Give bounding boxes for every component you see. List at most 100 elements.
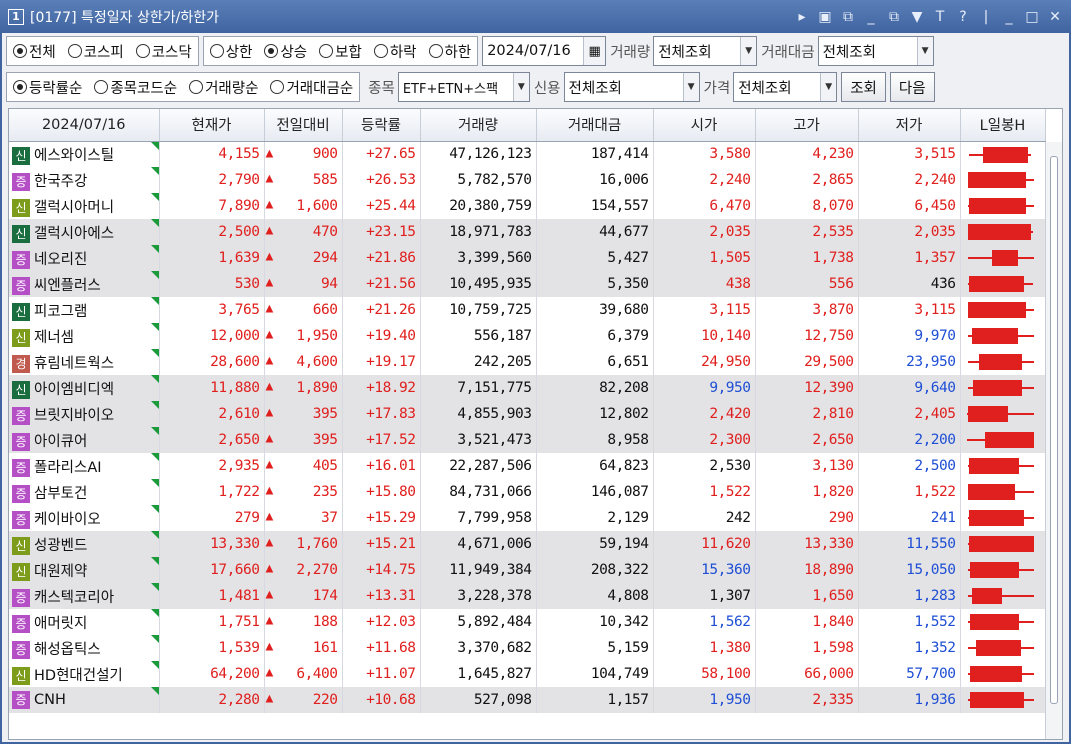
radio-circle-icon[interactable] xyxy=(67,44,82,58)
radio-circle-icon[interactable] xyxy=(13,80,27,94)
stock-name[interactable]: 폴라리스AI xyxy=(34,460,102,476)
calendar-icon[interactable]: ▦ xyxy=(583,37,606,65)
stock-name-cell[interactable]: 신 HD현대건설기 xyxy=(9,661,160,687)
search-button[interactable]: 조회 xyxy=(841,72,886,102)
table-row[interactable]: 신 에스와이스틸 4,155 ▲ 900 +27.65 47,126,123 187,414 3… xyxy=(9,141,1046,167)
font-icon[interactable]: T xyxy=(932,9,948,25)
stock-name-cell[interactable]: 신 제너셈 xyxy=(9,323,160,349)
link-icon[interactable]: ⧉ xyxy=(840,9,856,25)
radio-circle-icon[interactable] xyxy=(135,44,150,58)
market-radio-2[interactable]: 코스닥 xyxy=(135,41,192,62)
chevron-down-icon[interactable]: ▼ xyxy=(820,73,837,101)
restore-icon[interactable]: ⧉ xyxy=(886,9,902,25)
column-header-8[interactable]: 저가 xyxy=(858,109,961,142)
table-row[interactable]: 증 케이바이오 279 ▲ 37 +15.29 7,799,958 2,129 242 290 24… xyxy=(9,505,1046,531)
stock-name-cell[interactable]: 증 브릿지바이오 xyxy=(9,401,160,427)
stock-name-cell[interactable]: 경 휴림네트웍스 xyxy=(9,349,160,375)
sort-radio-2[interactable]: 거래량순 xyxy=(189,77,258,98)
stock-name-cell[interactable]: 증 CNH xyxy=(9,687,160,713)
date-value[interactable]: 2024/07/16 xyxy=(483,43,583,59)
stock-name[interactable]: CNH xyxy=(34,692,66,708)
table-row[interactable]: 신 갤럭시아머니 7,890 ▲ 1,600 +25.44 20,380,759 154,55… xyxy=(9,193,1046,219)
table-row[interactable]: 증 해성옵틱스 1,539 ▲ 161 +11.68 3,370,682 5,159 1,380… xyxy=(9,635,1046,661)
column-header-0[interactable]: 2024/07/16 xyxy=(9,109,160,142)
stock-name[interactable]: 네오리진 xyxy=(34,252,87,268)
stock-name[interactable]: 휴림네트웍스 xyxy=(34,356,114,372)
column-header-5[interactable]: 거래대금 xyxy=(536,109,654,142)
amount-dropdown[interactable]: 전체조회 ▼ xyxy=(817,36,934,66)
direction-radio-3[interactable]: 하락 xyxy=(373,41,417,62)
stock-type-dropdown[interactable]: ETF+ETN+스팩 ▼ xyxy=(397,72,530,102)
date-field[interactable]: 2024/07/16 ▦ xyxy=(482,36,607,66)
stock-name[interactable]: 갤럭시아에스 xyxy=(34,226,114,242)
table-row[interactable]: 증 브릿지바이오 2,610 ▲ 395 +17.83 4,855,903 12,802 2,4… xyxy=(9,401,1046,427)
price-value[interactable]: 전체조회 xyxy=(734,77,820,98)
radio-circle-icon[interactable] xyxy=(270,80,285,94)
table-row[interactable]: 신 피코그램 3,765 ▲ 660 +21.26 10,759,725 39,680 3,11… xyxy=(9,297,1046,323)
sort-radio-0[interactable]: 등락률순 xyxy=(13,77,82,98)
table-row[interactable]: 경 휴림네트웍스 28,600 ▲ 4,600 +19.17 242,205 6,651 24,… xyxy=(9,349,1046,375)
stock-name[interactable]: 삼부토건 xyxy=(34,486,87,502)
stock-name[interactable]: 제너셈 xyxy=(34,330,74,346)
table-row[interactable]: 신 HD현대건설기 64,200 ▲ 6,400 +11.07 1,645,827 104,7… xyxy=(9,661,1046,687)
stock-name[interactable]: 브릿지바이오 xyxy=(34,408,114,424)
stock-name-cell[interactable]: 신 피코그램 xyxy=(9,297,160,323)
table-row[interactable]: 증 씨엔플러스 530 ▲ 94 +21.56 10,495,935 5,350 438 556 4… xyxy=(9,271,1046,297)
stock-name-cell[interactable]: 증 캐스텍코리아 xyxy=(9,583,160,609)
stock-name[interactable]: 한국주강 xyxy=(34,174,87,190)
stock-name-cell[interactable]: 신 에스와이스틸 xyxy=(9,141,160,167)
window-maximize-icon[interactable]: □ xyxy=(1024,9,1040,25)
stock-name-cell[interactable]: 증 씨엔플러스 xyxy=(9,271,160,297)
table-row[interactable]: 신 갤럭시아에스 2,500 ▲ 470 +23.15 18,971,783 44,677 2,… xyxy=(9,219,1046,245)
stock-name[interactable]: 대원제약 xyxy=(34,564,87,580)
table-row[interactable]: 신 대원제약 17,660 ▲ 2,270 +14.75 11,949,384 208,322… xyxy=(9,557,1046,583)
column-header-9[interactable]: L일봉H xyxy=(960,109,1046,142)
sort-radio-1[interactable]: 종목코드순 xyxy=(94,77,177,98)
direction-radio-0[interactable]: 상한 xyxy=(209,41,252,62)
market-radio-0[interactable]: 전체 xyxy=(13,41,56,62)
table-row[interactable]: 증 폴라리스AI 2,935 ▲ 405 +16.01 22,287,506 64,823 2,… xyxy=(9,453,1046,479)
direction-radio-1[interactable]: 상승 xyxy=(264,41,307,62)
stock-type-value[interactable]: ETF+ETN+스팩 xyxy=(399,78,513,97)
radio-circle-icon[interactable] xyxy=(209,44,224,58)
stock-name[interactable]: 갤럭시아머니 xyxy=(34,200,114,216)
stock-name-cell[interactable]: 신 갤럭시아머니 xyxy=(9,193,160,219)
table-row[interactable]: 증 아이큐어 2,650 ▲ 395 +17.52 3,521,473 8,958 2,300 2… xyxy=(9,427,1046,453)
stock-name[interactable]: 케이바이오 xyxy=(34,512,101,528)
table-row[interactable]: 증 네오리진 1,639 ▲ 294 +21.86 3,399,560 5,427 1,505 1… xyxy=(9,245,1046,271)
column-header-3[interactable]: 등락률 xyxy=(342,109,421,142)
stock-name[interactable]: 씨엔플러스 xyxy=(34,278,101,294)
pin-icon[interactable]: ▼ xyxy=(909,9,925,25)
radio-circle-icon[interactable] xyxy=(264,44,279,58)
stock-name-cell[interactable]: 신 아이엠비디엑 xyxy=(9,375,160,401)
close-icon[interactable]: ✕ xyxy=(1047,9,1063,25)
credit-value[interactable]: 전체조회 xyxy=(565,77,683,98)
stock-name-cell[interactable]: 증 삼부토건 xyxy=(9,479,160,505)
stock-name[interactable]: 피코그램 xyxy=(34,304,87,320)
chevron-down-icon[interactable]: ▼ xyxy=(916,37,933,65)
table-row[interactable]: 신 성광벤드 13,330 ▲ 1,760 +15.21 4,671,006 59,194 11… xyxy=(9,531,1046,557)
chevron-down-icon[interactable]: ▼ xyxy=(740,37,757,65)
table-row[interactable]: 신 제너셈 12,000 ▲ 1,950 +19.40 556,187 6,379 10,140… xyxy=(9,323,1046,349)
stock-name-cell[interactable]: 증 아이큐어 xyxy=(9,427,160,453)
radio-circle-icon[interactable] xyxy=(189,80,204,94)
stock-name-cell[interactable]: 증 폴라리스AI xyxy=(9,453,160,479)
column-header-4[interactable]: 거래량 xyxy=(420,109,537,142)
table-row[interactable]: 증 애머릿지 1,751 ▲ 188 +12.03 5,892,484 10,342 1,562… xyxy=(9,609,1046,635)
radio-circle-icon[interactable] xyxy=(94,80,109,94)
stock-name-cell[interactable]: 증 한국주강 xyxy=(9,167,160,193)
vertical-scrollbar[interactable] xyxy=(1045,142,1062,739)
stock-name-cell[interactable]: 증 해성옵틱스 xyxy=(9,635,160,661)
minimize-icon[interactable]: _ xyxy=(863,9,879,25)
market-radio-1[interactable]: 코스피 xyxy=(67,41,124,62)
column-header-6[interactable]: 시가 xyxy=(653,109,756,142)
stock-name[interactable]: 에스와이스틸 xyxy=(34,148,114,164)
table-row[interactable]: 증 삼부토건 1,722 ▲ 235 +15.80 84,731,066 146,087 1,5… xyxy=(9,479,1046,505)
volume-value[interactable]: 전체조회 xyxy=(654,41,740,62)
radio-circle-icon[interactable] xyxy=(13,44,27,58)
credit-dropdown[interactable]: 전체조회 ▼ xyxy=(563,72,700,102)
play-icon[interactable]: ▸ xyxy=(794,9,810,25)
stock-name-cell[interactable]: 신 대원제약 xyxy=(9,557,160,583)
chevron-down-icon[interactable]: ▼ xyxy=(682,73,699,101)
next-button[interactable]: 다음 xyxy=(889,72,935,102)
